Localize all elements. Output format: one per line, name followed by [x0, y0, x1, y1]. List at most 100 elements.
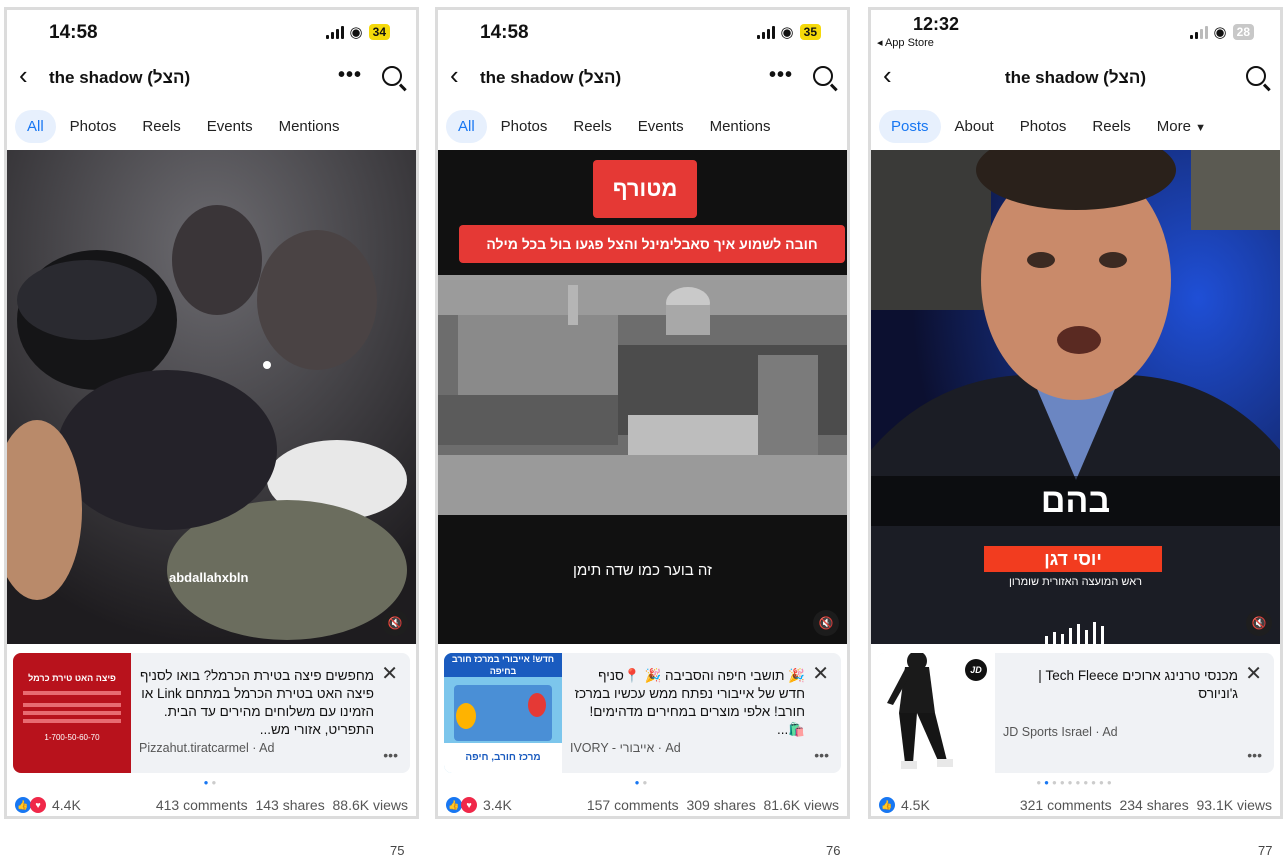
- page-number: 75: [390, 843, 405, 858]
- audio-waveform-icon: [1045, 622, 1104, 644]
- reactions[interactable]: 👍 ♥ 4.4K: [15, 797, 81, 813]
- share-count[interactable]: 143 shares: [255, 797, 324, 813]
- reel-video[interactable]: abdallahxbln 🔇: [7, 150, 416, 644]
- sponsored-ad-card[interactable]: פיצה האט טירת כרמל 1-700-50-60-70 מחפשים…: [13, 653, 410, 773]
- phone-screenshot-75: 14:58 ◉ 34 ‹ the shadow (הצל) ••• All Ph…: [4, 7, 419, 819]
- more-options-icon[interactable]: •••: [769, 64, 793, 87]
- page-title: the shadow (הצל): [480, 68, 622, 87]
- carousel-pager: ●●: [634, 778, 651, 787]
- signal-icon: [325, 25, 344, 39]
- ad-source[interactable]: JD Sports Israel · Ad: [1003, 725, 1118, 739]
- like-icon: 👍: [879, 797, 895, 813]
- close-icon[interactable]: ✕: [381, 661, 398, 686]
- ad-image-headline: חדש! אייבורי במרכז חורב בחיפה: [444, 653, 562, 677]
- caret-down-icon: ▼: [1195, 121, 1207, 134]
- video-subtitle: חובה לשמוע איך סאבלימינל והצל פגעו בול ב…: [459, 225, 845, 263]
- ad-image[interactable]: JD: [877, 653, 995, 773]
- like-icon: 👍: [446, 797, 462, 813]
- wifi-icon: ◉: [1213, 23, 1227, 41]
- page-tabs: All Photos Reels Events Mentions: [15, 108, 408, 144]
- more-options-icon[interactable]: •••: [338, 64, 362, 87]
- signal-icon: [756, 25, 775, 39]
- wifi-icon: ◉: [349, 23, 363, 41]
- comment-count[interactable]: 413 comments: [156, 797, 248, 813]
- reaction-count: 3.4K: [483, 797, 512, 813]
- status-icons: ◉ 35: [756, 23, 821, 41]
- battery-icon: 35: [799, 24, 821, 40]
- video-name-bar: יוסי דגן: [984, 546, 1162, 572]
- search-icon[interactable]: [813, 66, 833, 86]
- page-header: ‹ the shadow (הצל): [871, 60, 1280, 100]
- tab-mentions[interactable]: Mentions: [267, 110, 352, 143]
- tab-photos[interactable]: Photos: [489, 110, 560, 143]
- ad-source[interactable]: IVORY - אייבורי · Ad: [570, 741, 681, 755]
- search-icon[interactable]: [1246, 66, 1266, 86]
- reaction-count: 4.5K: [901, 797, 930, 813]
- comment-count[interactable]: 321 comments: [1020, 797, 1112, 813]
- ad-text: מחפשים פיצה בטירת הכרמל? בואו לסניף פיצה…: [139, 668, 374, 737]
- ad-image[interactable]: חדש! אייבורי במרכז חורב בחיפה מרכז חורב,…: [444, 653, 562, 773]
- tab-reels[interactable]: Reels: [1080, 110, 1142, 143]
- ad-source[interactable]: Pizzahut.tiratcarmel · Ad: [139, 741, 274, 755]
- mute-icon[interactable]: 🔇: [813, 610, 839, 636]
- reactions[interactable]: 👍 ♥ 3.4K: [446, 797, 512, 813]
- reel-video[interactable]: מטורף חובה לשמוע איך סאבלימינל והצל פגעו…: [438, 150, 847, 644]
- tab-photos[interactable]: Photos: [58, 110, 129, 143]
- back-chevron-icon[interactable]: ‹: [450, 62, 459, 88]
- video-headline: בהם: [1040, 482, 1111, 520]
- page-number: 76: [826, 843, 841, 858]
- page-title: the shadow (הצל): [1004, 68, 1147, 87]
- video-role: ראש המועצה האזורית שומרון: [1009, 576, 1142, 588]
- tab-all[interactable]: All: [446, 109, 487, 143]
- tab-more[interactable]: More ▼: [1145, 110, 1218, 143]
- ad-image[interactable]: פיצה האט טירת כרמל 1-700-50-60-70: [13, 653, 131, 773]
- tab-events[interactable]: Events: [195, 110, 265, 143]
- view-count: 81.6K views: [763, 797, 839, 813]
- ad-more-icon[interactable]: •••: [1247, 747, 1262, 763]
- comment-count[interactable]: 157 comments: [587, 797, 679, 813]
- close-icon[interactable]: ✕: [812, 661, 829, 686]
- tab-photos[interactable]: Photos: [1008, 110, 1079, 143]
- mute-icon[interactable]: 🔇: [382, 610, 408, 636]
- tab-reels[interactable]: Reels: [130, 110, 192, 143]
- tab-about[interactable]: About: [943, 110, 1006, 143]
- ad-image-phone: 1-700-50-60-70: [44, 733, 100, 742]
- view-count: 88.6K views: [332, 797, 408, 813]
- tab-all[interactable]: All: [15, 109, 56, 143]
- sponsored-ad-card[interactable]: JD מכנסי טרנינג ארוכים Tech Fleece | ג'ו…: [877, 653, 1274, 773]
- video-badge: מטורף: [593, 160, 697, 218]
- page-number: 77: [1258, 843, 1273, 858]
- ad-text: מכנסי טרנינג ארוכים Tech Fleece | ג'וניו…: [1038, 668, 1238, 701]
- view-count: 93.1K views: [1196, 797, 1272, 813]
- old-city-image: [438, 275, 847, 515]
- mute-icon[interactable]: 🔇: [1246, 610, 1272, 636]
- jd-logo: JD: [965, 659, 987, 681]
- search-icon[interactable]: [382, 66, 402, 86]
- back-chevron-icon[interactable]: ‹: [19, 62, 28, 88]
- ad-more-icon[interactable]: •••: [383, 747, 398, 763]
- reactions[interactable]: 👍 4.5K: [879, 797, 930, 813]
- wifi-icon: ◉: [780, 23, 794, 41]
- ad-more-icon[interactable]: •••: [814, 747, 829, 763]
- post-stats: 👍 ♥ 4.4K 413 comments 143 shares 88.6K v…: [15, 797, 408, 816]
- close-icon[interactable]: ✕: [1245, 661, 1262, 686]
- tab-events[interactable]: Events: [626, 110, 696, 143]
- signal-icon: [1189, 25, 1208, 39]
- post-stats: 👍 ♥ 3.4K 157 comments 309 shares 81.6K v…: [446, 797, 839, 816]
- ad-text: 🎉 תושבי חיפה והסביבה 🎉 📍סניף חדש של אייב…: [574, 668, 805, 737]
- app-store-back-link[interactable]: ◂ App Store: [877, 36, 934, 49]
- ad-image-footer: מרכז חורב, חיפה: [444, 743, 562, 773]
- reel-video[interactable]: בהם יוסי דגן ראש המועצה האזורית שומרון 🔇: [871, 150, 1280, 644]
- sponsored-ad-card[interactable]: חדש! אייבורי במרכז חורב בחיפה מרכז חורב,…: [444, 653, 841, 773]
- tab-mentions[interactable]: Mentions: [698, 110, 783, 143]
- phone-screen: 12:32 ◂ App Store ◉ 28 ‹ the shadow (הצל…: [871, 10, 1280, 816]
- tab-more-label: More: [1156, 117, 1191, 135]
- status-icons: ◉ 28: [1189, 23, 1254, 41]
- share-count[interactable]: 234 shares: [1119, 797, 1188, 813]
- tab-posts[interactable]: Posts: [879, 109, 941, 143]
- share-count[interactable]: 309 shares: [686, 797, 755, 813]
- screenshot-collage: 14:58 ◉ 34 ‹ the shadow (הצל) ••• All Ph…: [0, 0, 1285, 862]
- tab-reels[interactable]: Reels: [561, 110, 623, 143]
- carousel-pager: ●●: [203, 778, 220, 787]
- phone-screen: 14:58 ◉ 35 ‹ the shadow (הצל) ••• All Ph…: [438, 10, 847, 816]
